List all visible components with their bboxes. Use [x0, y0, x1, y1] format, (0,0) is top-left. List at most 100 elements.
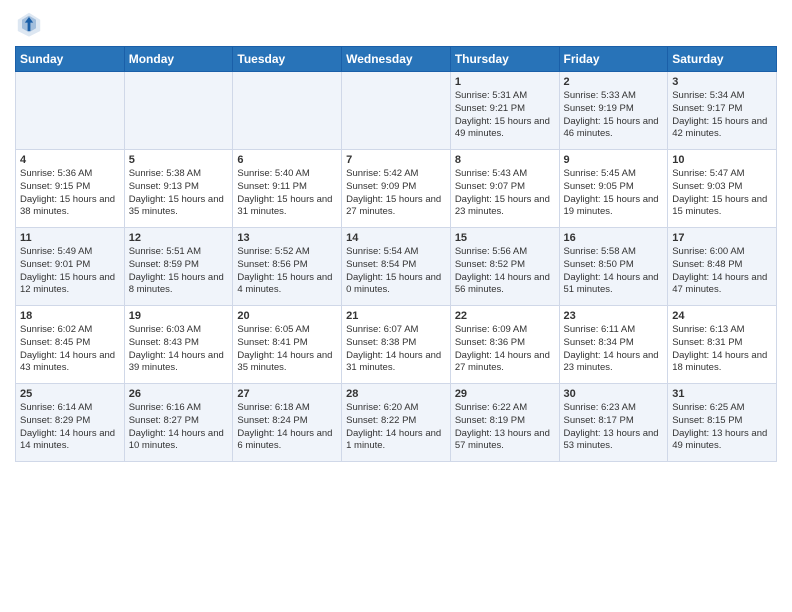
day-info: Sunset: 8:34 PM [564, 337, 664, 350]
day-number: 7 [346, 154, 446, 166]
day-info: Sunset: 9:11 PM [237, 181, 337, 194]
day-info: Daylight: 15 hours and 19 minutes. [564, 194, 664, 220]
day-info: Sunset: 8:50 PM [564, 259, 664, 272]
day-info: Daylight: 15 hours and 4 minutes. [237, 272, 337, 298]
day-number: 23 [564, 310, 664, 322]
day-info: Sunset: 9:21 PM [455, 103, 555, 116]
day-info: Sunrise: 5:36 AM [20, 168, 120, 181]
calendar-cell: 6Sunrise: 5:40 AMSunset: 9:11 PMDaylight… [233, 150, 342, 228]
day-info: Daylight: 14 hours and 47 minutes. [672, 272, 772, 298]
day-number: 22 [455, 310, 555, 322]
calendar-cell: 1 Sunrise: 5:31 AMSunset: 9:21 PMDaylight… [450, 72, 559, 150]
day-info: Sunset: 8:27 PM [129, 415, 229, 428]
day-number: 4 [20, 154, 120, 166]
day-number: 15 [455, 232, 555, 244]
day-info: Sunrise: 5:54 AM [346, 246, 446, 259]
col-header-friday: Friday [559, 47, 668, 72]
header [15, 10, 777, 38]
calendar-cell: 17Sunrise: 6:00 AMSunset: 8:48 PMDayligh… [668, 228, 777, 306]
day-info: Sunset: 9:07 PM [455, 181, 555, 194]
calendar-cell: 21Sunrise: 6:07 AMSunset: 8:38 PMDayligh… [342, 306, 451, 384]
day-info: Daylight: 14 hours and 56 minutes. [455, 272, 555, 298]
day-info: Daylight: 14 hours and 1 minute. [346, 428, 446, 454]
day-info: Daylight: 15 hours and 38 minutes. [20, 194, 120, 220]
day-info: Sunset: 9:03 PM [672, 181, 772, 194]
day-info: Sunrise: 5:51 AM [129, 246, 229, 259]
calendar-cell: 22Sunrise: 6:09 AMSunset: 8:36 PMDayligh… [450, 306, 559, 384]
day-number: 12 [129, 232, 229, 244]
calendar-cell: 11Sunrise: 5:49 AMSunset: 9:01 PMDayligh… [16, 228, 125, 306]
day-info: Sunset: 8:52 PM [455, 259, 555, 272]
calendar-cell: 15 Sunrise: 5:56 AMSunset: 8:52 PMDayligh… [450, 228, 559, 306]
calendar-table: SundayMondayTuesdayWednesdayThursdayFrid… [15, 46, 777, 462]
week-row-2: 4Sunrise: 5:36 AMSunset: 9:15 PMDaylight… [16, 150, 777, 228]
day-info: Daylight: 14 hours and 27 minutes. [455, 350, 555, 376]
day-number: 16 [564, 232, 664, 244]
day-number: 21 [346, 310, 446, 322]
calendar-cell: 31Sunrise: 6:25 AMSunset: 8:15 PMDayligh… [668, 384, 777, 462]
day-info: Sunrise: 5:56 AM [455, 246, 555, 259]
day-info: Sunset: 8:19 PM [455, 415, 555, 428]
day-info: Sunset: 9:17 PM [672, 103, 772, 116]
day-info: Daylight: 14 hours and 31 minutes. [346, 350, 446, 376]
day-number: 30 [564, 388, 664, 400]
calendar-cell: 4 Sunrise: 5:36 AMSunset: 9:15 PMDaylight… [16, 150, 125, 228]
day-number: 9 [564, 154, 664, 166]
col-header-thursday: Thursday [450, 47, 559, 72]
day-number: 31 [672, 388, 772, 400]
day-number: 25 [20, 388, 120, 400]
day-info: Sunset: 8:59 PM [129, 259, 229, 272]
calendar-cell [342, 72, 451, 150]
header-row: SundayMondayTuesdayWednesdayThursdayFrid… [16, 47, 777, 72]
day-info: Daylight: 14 hours and 43 minutes. [20, 350, 120, 376]
calendar-cell: 26Sunrise: 6:16 AMSunset: 8:27 PMDayligh… [124, 384, 233, 462]
calendar-cell: 2Sunrise: 5:33 AMSunset: 9:19 PMDaylight… [559, 72, 668, 150]
day-info: Sunrise: 6:16 AM [129, 402, 229, 415]
day-number: 28 [346, 388, 446, 400]
calendar-cell: 14Sunrise: 5:54 AMSunset: 8:54 PMDayligh… [342, 228, 451, 306]
day-info: Daylight: 14 hours and 23 minutes. [564, 350, 664, 376]
day-info: Sunrise: 6:07 AM [346, 324, 446, 337]
calendar-cell: 5Sunrise: 5:38 AMSunset: 9:13 PMDaylight… [124, 150, 233, 228]
day-info: Sunrise: 5:42 AM [346, 168, 446, 181]
day-info: Sunrise: 5:38 AM [129, 168, 229, 181]
day-info: Daylight: 15 hours and 42 minutes. [672, 116, 772, 142]
col-header-sunday: Sunday [16, 47, 125, 72]
day-info: Daylight: 15 hours and 12 minutes. [20, 272, 120, 298]
day-info: Daylight: 15 hours and 8 minutes. [129, 272, 229, 298]
day-info: Sunset: 8:54 PM [346, 259, 446, 272]
day-info: Sunset: 8:36 PM [455, 337, 555, 350]
col-header-wednesday: Wednesday [342, 47, 451, 72]
day-info: Sunrise: 6:05 AM [237, 324, 337, 337]
calendar-cell: 16Sunrise: 5:58 AMSunset: 8:50 PMDayligh… [559, 228, 668, 306]
day-number: 27 [237, 388, 337, 400]
day-info: Sunset: 8:15 PM [672, 415, 772, 428]
day-info: Daylight: 15 hours and 0 minutes. [346, 272, 446, 298]
day-info: Daylight: 14 hours and 51 minutes. [564, 272, 664, 298]
week-row-1: 1Sunrise: 5:31 AMSunset: 9:21 PMDaylight… [16, 72, 777, 150]
day-info: Sunset: 9:15 PM [20, 181, 120, 194]
day-info: Sunset: 8:17 PM [564, 415, 664, 428]
calendar-cell [233, 72, 342, 150]
day-info: Daylight: 15 hours and 49 minutes. [455, 116, 555, 142]
day-info: Sunrise: 5:49 AM [20, 246, 120, 259]
day-info: Sunrise: 6:18 AM [237, 402, 337, 415]
day-info: Daylight: 14 hours and 10 minutes. [129, 428, 229, 454]
day-info: Sunrise: 6:20 AM [346, 402, 446, 415]
calendar-cell: 27Sunrise: 6:18 AMSunset: 8:24 PMDayligh… [233, 384, 342, 462]
day-info: Sunrise: 5:31 AM [455, 90, 555, 103]
calendar-cell: 7Sunrise: 5:42 AMSunset: 9:09 PMDaylight… [342, 150, 451, 228]
calendar-cell: 23Sunrise: 6:11 AMSunset: 8:34 PMDayligh… [559, 306, 668, 384]
day-number: 1 [455, 76, 555, 88]
calendar-cell: 3Sunrise: 5:34 AMSunset: 9:17 PMDaylight… [668, 72, 777, 150]
day-info: Daylight: 13 hours and 57 minutes. [455, 428, 555, 454]
day-number: 17 [672, 232, 772, 244]
day-number: 24 [672, 310, 772, 322]
day-info: Sunset: 8:41 PM [237, 337, 337, 350]
day-info: Sunrise: 5:45 AM [564, 168, 664, 181]
main-container: SundayMondayTuesdayWednesdayThursdayFrid… [0, 0, 792, 472]
calendar-cell: 25Sunrise: 6:14 AMSunset: 8:29 PMDayligh… [16, 384, 125, 462]
day-info: Daylight: 15 hours and 35 minutes. [129, 194, 229, 220]
day-info: Sunset: 8:45 PM [20, 337, 120, 350]
calendar-cell: 13Sunrise: 5:52 AMSunset: 8:56 PMDayligh… [233, 228, 342, 306]
